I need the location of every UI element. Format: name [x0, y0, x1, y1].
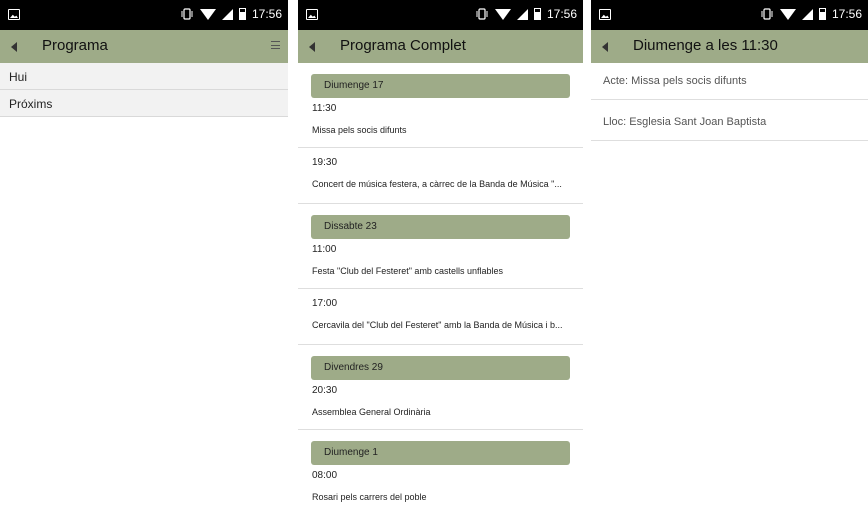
menu-item-hui[interactable]: Hui [0, 63, 288, 90]
day-header: Diumenge 17 [311, 74, 570, 98]
screen-programa: 17:56 Programa Hui Próxims [0, 0, 288, 506]
event-time: 19:30 [312, 157, 338, 168]
event-time: 11:00 [312, 244, 337, 255]
wifi-icon [494, 8, 511, 20]
signal-icon [801, 8, 813, 20]
vibrate-icon [181, 8, 193, 20]
event-time: 20:30 [312, 385, 338, 396]
vibrate-icon [476, 8, 488, 20]
event-item[interactable]: 19:30 Concert de música festera, a càrre… [298, 148, 583, 204]
status-time: 17:56 [546, 7, 577, 21]
page-title: Programa Complet [340, 37, 466, 54]
battery-icon [238, 8, 246, 20]
vibrate-icon [761, 8, 773, 20]
event-item[interactable]: 20:30 Assemblea General Ordinària [298, 380, 583, 430]
event-description: Concert de música festera, a càrrec de l… [312, 179, 562, 189]
image-icon [599, 9, 611, 20]
event-item[interactable]: 17:00 Cercavila del "Club del Festeret" … [298, 289, 583, 345]
wifi-icon [779, 8, 796, 20]
status-bar: 17:56 [298, 0, 583, 30]
screen-programa-complet: 17:56 Programa Complet Diumenge 17 11:30… [298, 0, 583, 506]
event-description: Festa "Club del Festeret" amb castells u… [312, 266, 503, 276]
menu-list: Hui Próxims [0, 63, 288, 117]
day-header: Diumenge 1 [311, 441, 570, 465]
event-time: 08:00 [312, 470, 338, 481]
signal-icon [516, 8, 528, 20]
app-bar: Programa Complet [298, 30, 583, 63]
event-item[interactable]: 11:30 Missa pels socis difunts [298, 98, 583, 148]
day-header: Dissabte 23 [311, 215, 570, 239]
menu-icon[interactable] [271, 41, 280, 49]
wifi-icon [199, 8, 216, 20]
event-description: Assemblea General Ordinària [312, 407, 431, 417]
image-icon [8, 9, 20, 20]
event-detail: Acte: Missa pels socis difunts Lloc: Esg… [591, 63, 868, 141]
screen-event-detail: 17:56 Diumenge a les 11:30 Acte: Missa p… [591, 0, 868, 506]
detail-lloc: Lloc: Esglesia Sant Joan Baptista [591, 100, 868, 141]
detail-acte: Acte: Missa pels socis difunts [591, 63, 868, 100]
event-description: Missa pels socis difunts [312, 125, 407, 135]
event-description: Cercavila del "Club del Festeret" amb la… [312, 320, 563, 330]
status-bar: 17:56 [0, 0, 288, 30]
back-icon[interactable] [11, 42, 17, 52]
signal-icon [221, 8, 233, 20]
program-list: Diumenge 17 11:30 Missa pels socis difun… [298, 63, 583, 506]
day-header: Divendres 29 [311, 356, 570, 380]
app-bar: Programa [0, 30, 288, 63]
event-item[interactable]: 08:00 Rosari pels carrers del poble [298, 465, 583, 506]
page-title: Diumenge a les 11:30 [633, 37, 778, 54]
status-time: 17:56 [251, 7, 282, 21]
battery-icon [818, 8, 826, 20]
event-description: Rosari pels carrers del poble [312, 492, 427, 502]
back-icon[interactable] [309, 42, 315, 52]
app-bar: Diumenge a les 11:30 [591, 30, 868, 63]
event-time: 11:30 [312, 103, 337, 114]
status-time: 17:56 [831, 7, 862, 21]
image-icon [306, 9, 318, 20]
menu-item-proxims[interactable]: Próxims [0, 90, 288, 117]
battery-icon [533, 8, 541, 20]
status-bar: 17:56 [591, 0, 868, 30]
page-title: Programa [42, 37, 108, 54]
event-time: 17:00 [312, 298, 338, 309]
event-item[interactable]: 11:00 Festa "Club del Festeret" amb cast… [298, 239, 583, 289]
back-icon[interactable] [602, 42, 608, 52]
